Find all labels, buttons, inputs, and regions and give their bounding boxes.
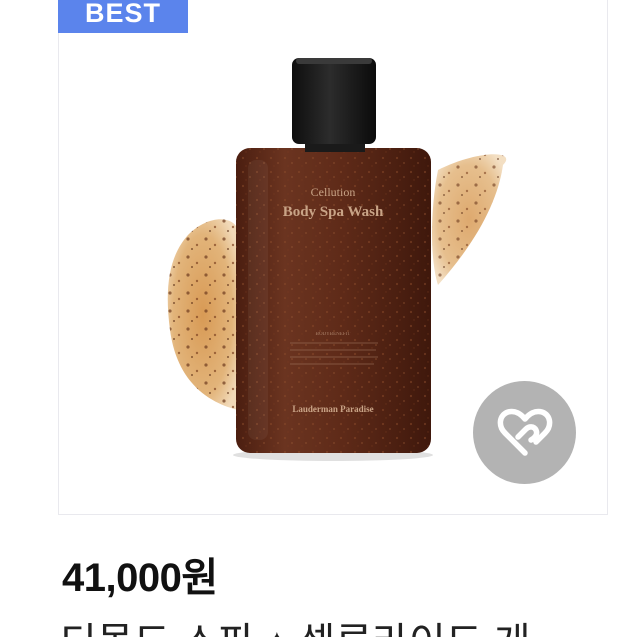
bottle-cap [292, 58, 376, 144]
bottle-name: Body Spa Wash [283, 204, 384, 220]
wishlist-button[interactable] [473, 381, 576, 484]
product-title[interactable]: 디몰드 스파 ♠ 셀루라이드 게 [60, 610, 637, 637]
best-badge: BEST [58, 0, 188, 33]
heart-wish-icon [497, 408, 552, 456]
product-price: 41,000원 [62, 556, 218, 600]
bottle-brand: Cellution [311, 185, 356, 199]
bottle-logo: Lauderman Paradise [292, 404, 373, 414]
bottle-subtitle: BODYBENEFIT [316, 332, 351, 337]
product-listing: Cellution Body Spa Wash BODYBENEFIT Laud… [0, 0, 637, 637]
